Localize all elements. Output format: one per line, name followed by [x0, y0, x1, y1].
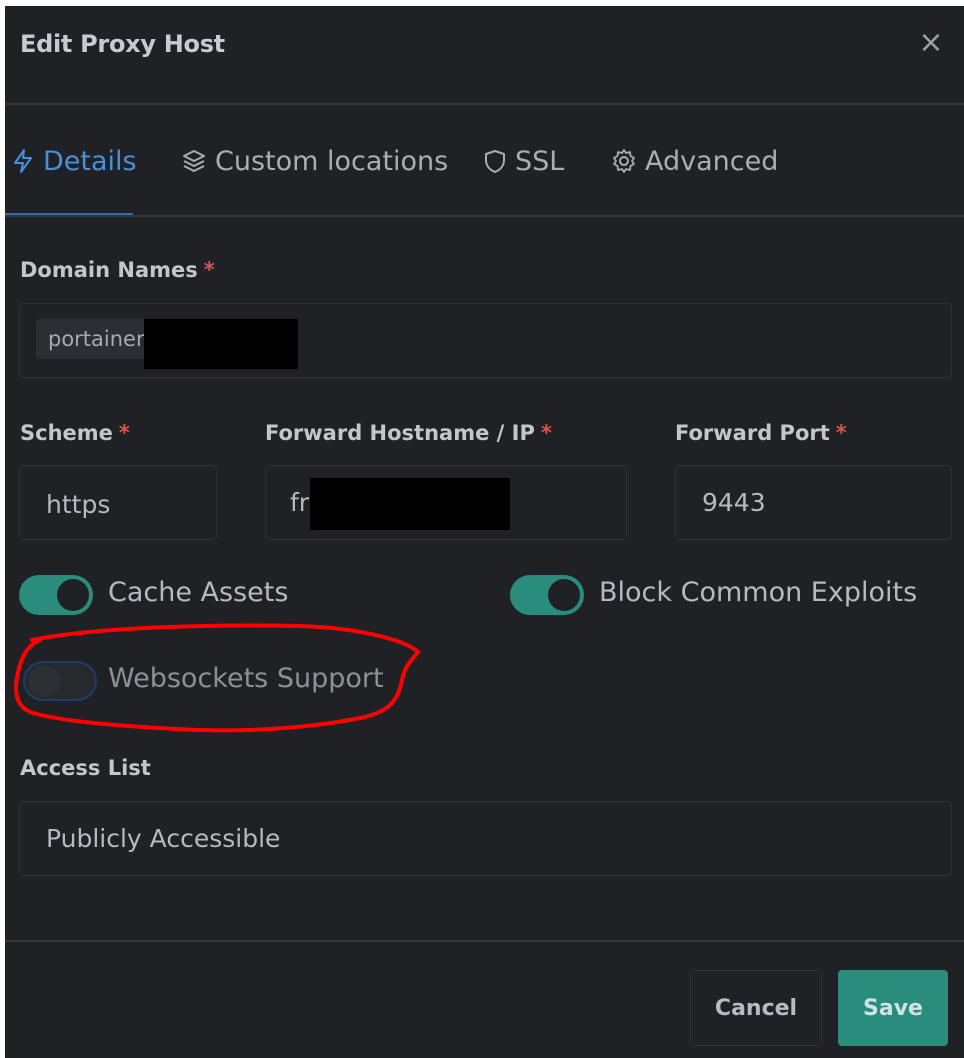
toggle-knob: [28, 665, 60, 697]
websockets-toggle[interactable]: [23, 661, 97, 701]
modal-header: Edit Proxy Host ×: [5, 6, 964, 105]
domain-chip[interactable]: portainer: [36, 319, 146, 359]
bolt-icon: [14, 149, 32, 173]
toggle-knob: [548, 579, 580, 611]
redacted-block: [144, 319, 298, 369]
domain-names-input[interactable]: portainer: [19, 303, 952, 378]
forward-hostname-value: fr: [290, 488, 310, 517]
tab-custom-locations[interactable]: Custom locations: [181, 141, 448, 181]
tab-bar: Details Custom locations SSL Advanced: [5, 105, 964, 217]
tab-details[interactable]: Details: [11, 141, 137, 181]
block-exploits-label[interactable]: Block Common Exploits: [599, 577, 917, 608]
scheme-label: Scheme *: [20, 421, 130, 445]
label-text: Forward Port: [675, 421, 830, 445]
cache-assets-label[interactable]: Cache Assets: [108, 577, 288, 608]
label-text: Domain Names: [20, 258, 198, 282]
cancel-button[interactable]: Cancel: [690, 970, 822, 1046]
tab-label: Custom locations: [215, 145, 449, 177]
active-tab-indicator: [5, 213, 133, 215]
tab-advanced[interactable]: Advanced: [611, 141, 778, 181]
forward-port-value: 9443: [702, 488, 766, 517]
label-text: Forward Hostname / IP: [265, 421, 535, 445]
required-marker: *: [835, 421, 847, 445]
forward-hostname-label: Forward Hostname / IP *: [265, 421, 552, 445]
forward-port-input[interactable]: 9443: [675, 465, 952, 540]
block-exploits-toggle[interactable]: [510, 575, 584, 615]
modal-title: Edit Proxy Host: [20, 30, 225, 58]
forward-port-label: Forward Port *: [675, 421, 847, 445]
scheme-select[interactable]: https: [19, 465, 217, 540]
layers-icon: [183, 150, 205, 172]
scheme-value: https: [46, 490, 111, 519]
forward-hostname-input[interactable]: fr: [265, 465, 627, 540]
label-text: Scheme: [20, 421, 113, 445]
toggle-knob: [57, 579, 89, 611]
close-icon[interactable]: ×: [916, 28, 946, 58]
domain-names-label: Domain Names *: [20, 258, 215, 282]
redacted-block: [310, 478, 510, 530]
edit-proxy-host-modal: Edit Proxy Host × Details Custom locatio…: [5, 6, 964, 1058]
tab-label: Advanced: [645, 145, 779, 177]
access-list-value: Publicly Accessible: [46, 824, 281, 853]
cache-assets-toggle[interactable]: [19, 575, 93, 615]
required-marker: *: [540, 421, 552, 445]
save-button[interactable]: Save: [838, 970, 948, 1046]
footer-divider: [5, 940, 964, 942]
gear-icon: [613, 149, 635, 173]
access-list-label: Access List: [20, 756, 151, 780]
tab-ssl[interactable]: SSL: [483, 141, 564, 181]
shield-icon: [485, 150, 505, 173]
tab-label: SSL: [515, 145, 565, 177]
required-marker: *: [118, 421, 130, 445]
required-marker: *: [203, 258, 215, 282]
tab-label: Details: [43, 145, 137, 177]
access-list-select[interactable]: Publicly Accessible: [19, 801, 952, 876]
websockets-label[interactable]: Websockets Support: [108, 663, 384, 694]
